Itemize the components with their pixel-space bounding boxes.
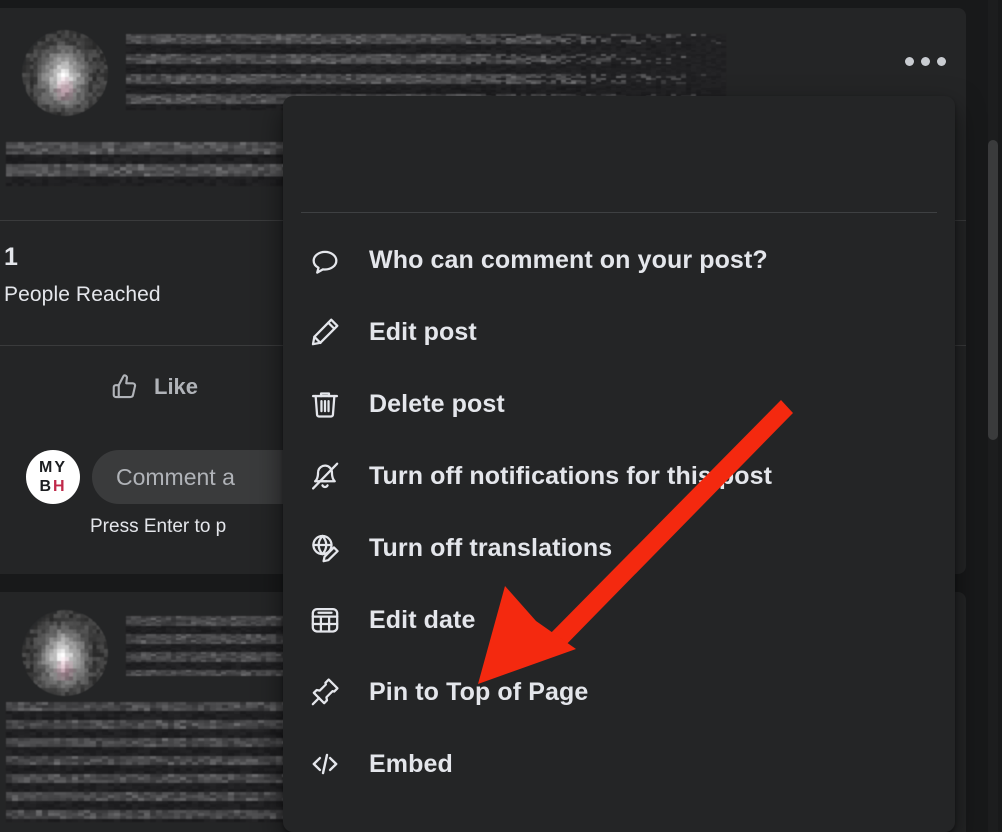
thumbs-up-icon <box>110 372 140 402</box>
secondary-author-avatar-censored <box>22 610 108 696</box>
menu-item-who-can-comment[interactable]: Who can comment on your post? <box>283 224 955 296</box>
like-button-label: Like <box>154 373 199 399</box>
menu-item-label: Embed <box>369 749 453 778</box>
people-reached-count: 1 <box>4 243 19 271</box>
ellipsis-dot-3 <box>936 56 946 66</box>
avatar-initials-bottom: BH <box>39 477 67 495</box>
menu-item-edit-date[interactable]: Edit date <box>283 584 955 656</box>
menu-item-label: Who can comment on your post? <box>369 245 768 274</box>
dropdown-menu-list: Who can comment on your post? Edit post <box>283 224 955 800</box>
bell-slash-icon <box>303 459 347 493</box>
screenshot-root: 1 People Reached Like MY BH Comment a Pr… <box>0 0 1002 832</box>
menu-item-label: Turn off translations <box>369 533 613 562</box>
code-brackets-icon <box>303 747 347 781</box>
menu-item-edit-post[interactable]: Edit post <box>283 296 955 368</box>
menu-item-delete-post[interactable]: Delete post <box>283 368 955 440</box>
menu-item-embed[interactable]: Embed <box>283 728 955 800</box>
menu-item-label: Pin to Top of Page <box>369 677 589 706</box>
avatar-initials-top: MY <box>39 458 67 476</box>
composer-hint-text: Press Enter to p <box>90 516 227 537</box>
menu-item-label: Delete post <box>369 389 505 418</box>
author-avatar-censored <box>22 30 108 116</box>
menu-item-turn-off-notifications[interactable]: Turn off notifications for this post <box>283 440 955 512</box>
ellipsis-dot-2 <box>920 56 930 66</box>
avatar-initial-h: H <box>53 477 67 495</box>
page-scrollbar-thumb[interactable] <box>988 140 998 440</box>
comment-input-placeholder: Comment a <box>116 463 235 490</box>
trash-icon <box>303 387 347 421</box>
pin-icon <box>303 675 347 709</box>
calendar-icon <box>303 603 347 637</box>
menu-item-pin-to-top-of-page[interactable]: Pin to Top of Page <box>283 656 955 728</box>
dropdown-divider <box>301 212 937 213</box>
globe-pencil-icon <box>303 531 347 565</box>
comment-bubble-icon <box>303 243 347 277</box>
menu-item-label: Turn off notifications for this post <box>369 461 773 490</box>
menu-item-label: Edit date <box>369 605 476 634</box>
ellipsis-dot-1 <box>904 56 914 66</box>
menu-item-turn-off-translations[interactable]: Turn off translations <box>283 512 955 584</box>
current-user-avatar[interactable]: MY BH <box>26 450 80 504</box>
avatar-initial-b: B <box>39 477 53 495</box>
post-options-dropdown: Who can comment on your post? Edit post <box>283 96 955 832</box>
people-reached-label: People Reached <box>4 283 161 306</box>
pencil-icon <box>303 315 347 349</box>
like-button[interactable]: Like <box>92 364 216 410</box>
post-more-options-button[interactable] <box>897 44 953 78</box>
menu-item-label: Edit post <box>369 317 477 346</box>
